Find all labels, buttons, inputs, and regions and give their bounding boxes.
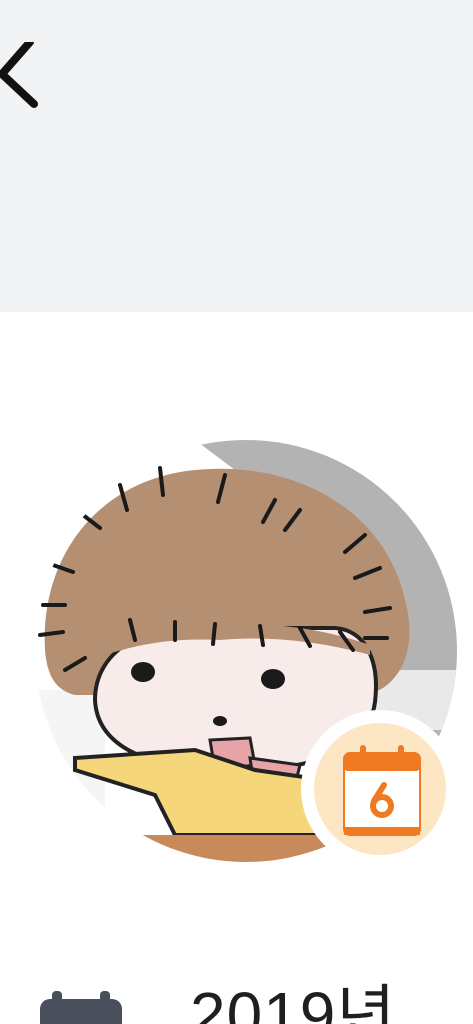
join-date-text: 2019년 xyxy=(190,979,397,1024)
top-header xyxy=(0,0,473,312)
calendar-badge[interactable] xyxy=(301,710,459,868)
chevron-left-icon xyxy=(0,38,38,108)
join-date-row: 2019년 xyxy=(36,979,473,1024)
calendar-icon xyxy=(343,745,421,836)
calendar-icon xyxy=(40,991,122,1024)
back-button[interactable] xyxy=(0,38,42,112)
badge-background xyxy=(314,723,446,855)
